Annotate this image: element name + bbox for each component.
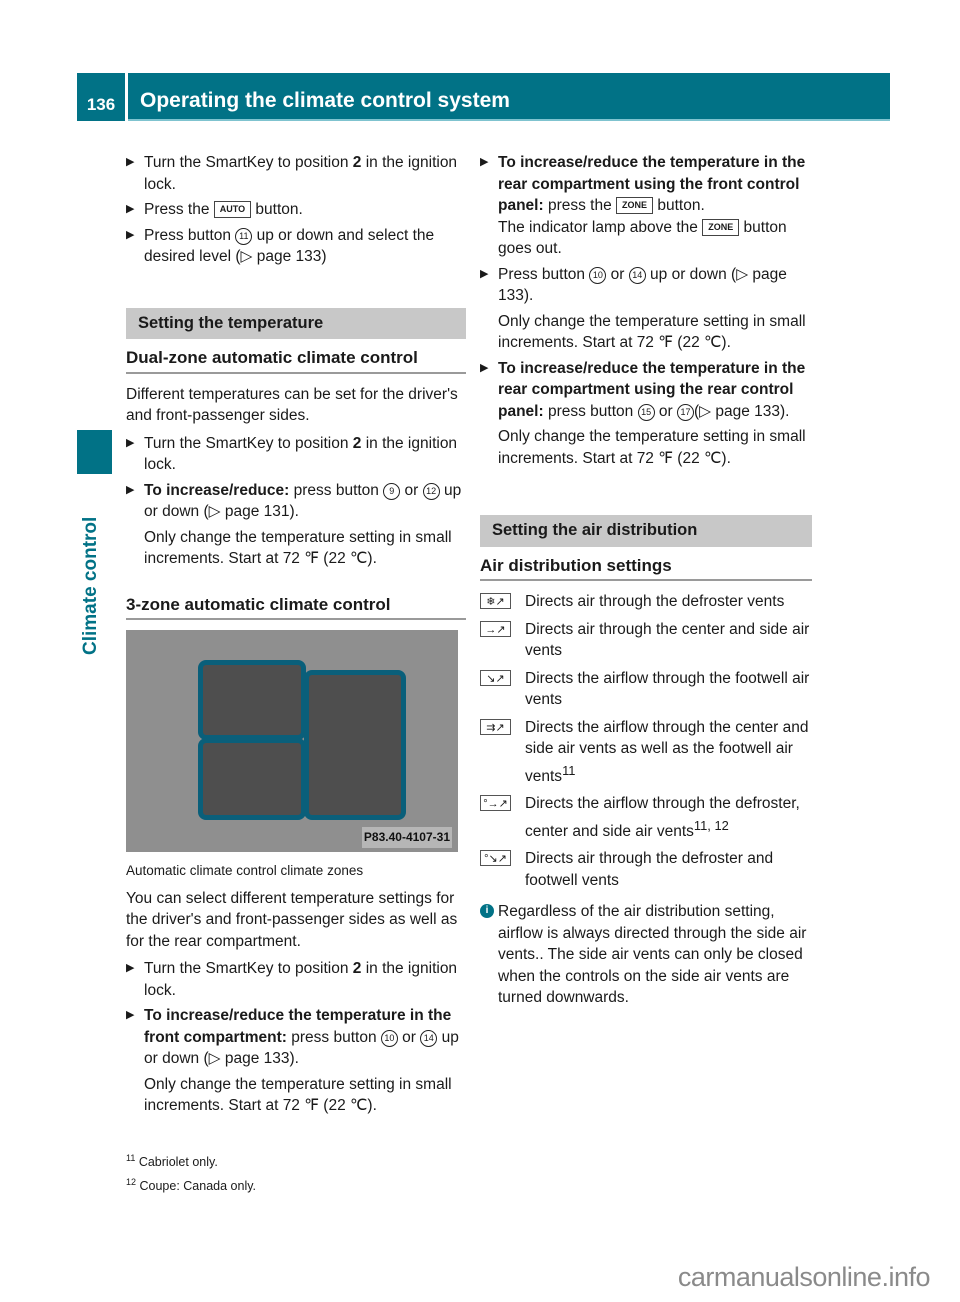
circled-number-icon: 12 — [422, 482, 440, 500]
section-heading: Setting the temperature — [126, 307, 466, 339]
right-column: ▶ To increase/reduce the temperature in … — [480, 152, 812, 1009]
circled-number-icon: 10 — [589, 266, 607, 284]
note-text: Only change the temperature setting in s… — [498, 312, 806, 352]
circled-number-icon: 14 — [420, 1029, 438, 1047]
defroster-vents-icon: ❄↗ — [480, 593, 511, 609]
step-arrow-icon: ▶ — [126, 156, 135, 168]
step-item: ▶ Press button 11 up or down and select … — [126, 226, 435, 266]
info-note: i Regardless of the air distribution set… — [480, 901, 812, 1009]
step-arrow-icon: ▶ — [126, 228, 135, 241]
climate-zones-figure: P83.40-4107-31 — [126, 630, 458, 852]
step-item: ▶ To increase/reduce the temperature in … — [480, 359, 806, 421]
circled-number-icon: 10 — [380, 1029, 398, 1047]
side-tab-label: Climate control — [80, 516, 101, 655]
side-tab-marker — [77, 430, 112, 474]
zone-front-passenger — [198, 738, 306, 820]
air-setting-row: ↘↗ Directs the airflow through the footw… — [480, 668, 812, 711]
air-setting-row: ⇉↗ Directs the airflow through the cente… — [480, 717, 812, 788]
zone-key-icon: ZONE — [616, 197, 654, 214]
left-column: ▶ Turn the SmartKey to position 2 in the… — [126, 152, 466, 1121]
subsection-heading: Air distribution settings — [480, 555, 812, 581]
air-setting-row: °↘↗ Directs air through the defroster an… — [480, 848, 812, 891]
step-item: ▶ To increase/reduce: press button 9 or … — [126, 481, 462, 521]
page-number: 136 — [77, 73, 125, 121]
footnote-ref[interactable]: 11, 12 — [694, 818, 729, 833]
defroster-footwell-vents-icon: °↘↗ — [480, 850, 511, 867]
step-arrow-icon: ▶ — [126, 483, 135, 496]
page-title: Operating the climate control system — [128, 73, 890, 121]
footnote-ref[interactable]: 11 — [562, 763, 575, 778]
step-arrow-icon: ▶ — [126, 962, 135, 974]
paragraph: You can select different temperature set… — [126, 889, 458, 950]
step-arrow-icon: ▶ — [480, 267, 489, 280]
footnote: 11 Cabriolet only. — [126, 1153, 218, 1170]
step-item: ▶ Press the AUTO button. — [126, 199, 466, 221]
page-header: 136 Operating the climate control system — [77, 73, 890, 121]
note-text: Only change the temperature setting in s… — [144, 528, 452, 568]
center-side-footwell-vents-icon: ⇉↗ — [480, 718, 511, 735]
step-item: ▶ To increase/reduce the temperature in … — [480, 154, 806, 257]
step-item: ▶ Press button 10 or 14 up or down (▷ pa… — [480, 265, 787, 305]
page-reference-link[interactable]: (▷ page 133). — [694, 403, 790, 420]
note-text: Only change the temperature setting in s… — [144, 1075, 452, 1115]
subsection-heading: 3-zone automatic climate control — [126, 594, 466, 620]
zone-driver — [198, 660, 306, 740]
footnote: 12 Coupe: Canada only. — [126, 1177, 257, 1194]
step-arrow-icon: ▶ — [126, 1009, 135, 1021]
paragraph: Different temperatures can be set for th… — [126, 385, 458, 425]
step-item: ▶ Turn the SmartKey to position 2 in the… — [126, 154, 458, 193]
footwell-vents-icon: ↘↗ — [480, 669, 511, 686]
step-item: ▶ Turn the SmartKey to position 2 in the… — [126, 434, 458, 474]
zone-rear — [304, 670, 406, 820]
footnotes: 11 Cabriolet only. 12 Coupe: Canada only… — [126, 1148, 256, 1196]
step-arrow-icon: ▶ — [480, 156, 489, 168]
step-item: ▶ To increase/reduce the temperature in … — [126, 1007, 459, 1067]
note-text: Only change the temperature setting in s… — [498, 428, 806, 467]
auto-key-icon: AUTO — [213, 201, 252, 218]
center-side-vents-icon: →↗ — [480, 620, 511, 637]
air-setting-row: °→↗ Directs the airflow through the defr… — [480, 793, 812, 842]
step-item: ▶ Turn the SmartKey to position 2 in the… — [126, 960, 458, 999]
circled-number-icon: 17 — [676, 403, 694, 421]
subsection-heading: Dual-zone automatic climate control — [126, 347, 466, 374]
watermark: carmanualsonline.info — [677, 1262, 931, 1292]
defroster-center-side-vents-icon: °→↗ — [480, 795, 511, 812]
circled-number-icon: 11 — [235, 227, 253, 245]
circled-number-icon: 15 — [637, 403, 655, 421]
figure-caption: Automatic climate control climate zones — [126, 863, 364, 878]
air-setting-row: →↗ Directs air through the center and si… — [480, 619, 812, 662]
section-heading: Setting the air distribution — [480, 515, 812, 547]
circled-number-icon: 14 — [628, 266, 646, 284]
figure-code: P83.40-4107-31 — [361, 826, 452, 848]
step-arrow-icon: ▶ — [126, 203, 135, 215]
air-setting-row: ❄↗ Directs air through the defroster ven… — [480, 591, 812, 613]
circled-number-icon: 9 — [383, 482, 401, 500]
step-arrow-icon: ▶ — [480, 361, 489, 374]
step-arrow-icon: ▶ — [126, 436, 135, 449]
info-icon: i — [480, 904, 494, 919]
zone-key-icon: ZONE — [702, 218, 740, 236]
